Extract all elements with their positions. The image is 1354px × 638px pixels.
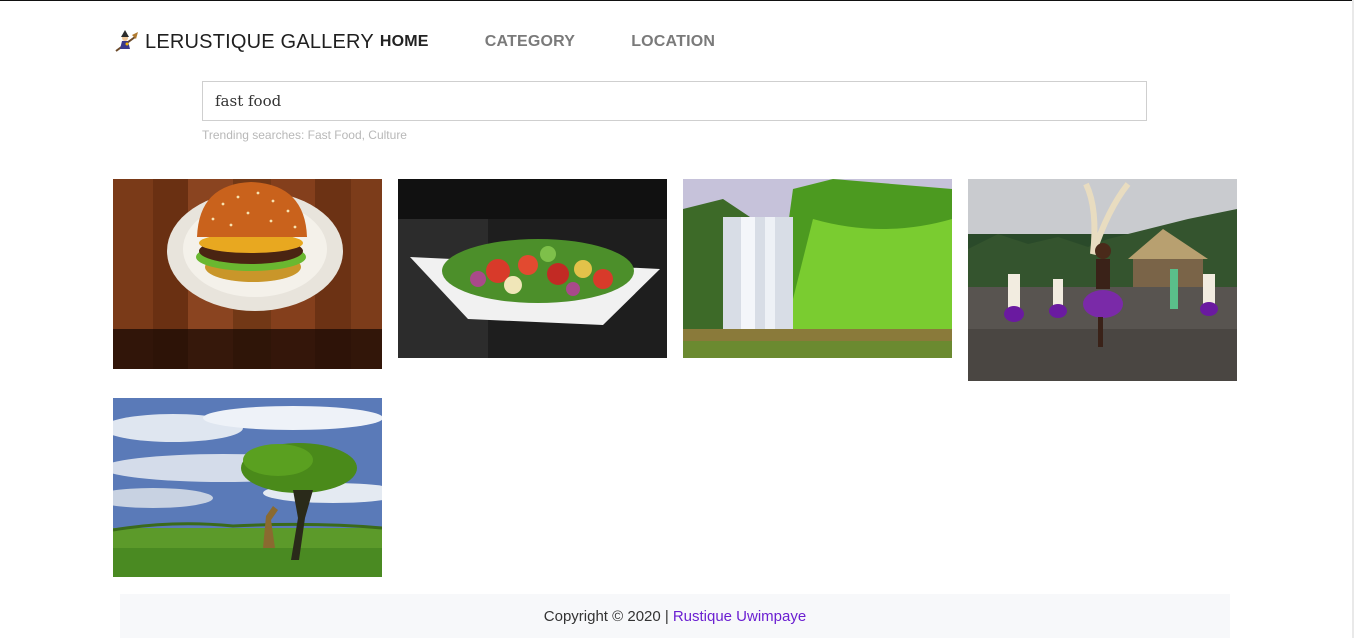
gallery-image-salad[interactable] [398, 179, 667, 358]
footer: Copyright © 2020 | Rustique Uwimpaye [120, 594, 1230, 638]
nav-links: HOME CATEGORY LOCATION [380, 33, 771, 51]
gallery-image-dancers[interactable] [968, 179, 1237, 381]
gallery-image-giraffe[interactable] [113, 398, 382, 577]
author-link[interactable]: Rustique Uwimpaye [673, 608, 806, 625]
top-border [0, 0, 1354, 1]
trending-searches: Trending searches: Fast Food, Culture [202, 128, 407, 142]
nav-home-link[interactable]: HOME [380, 33, 429, 51]
nav-category-link[interactable]: CATEGORY [485, 33, 576, 51]
brand-link[interactable]: LERUSTIQUE GALLERY [113, 29, 374, 55]
witch-on-broom-icon [113, 29, 139, 55]
nav-location-link[interactable]: LOCATION [631, 33, 715, 51]
search-section: Trending searches: Fast Food, Culture [202, 81, 1147, 142]
brand-name: LERUSTIQUE GALLERY [145, 30, 374, 53]
gallery-image-waterfall[interactable] [683, 179, 952, 358]
copyright-text: Copyright © 2020 | [543, 607, 669, 625]
navbar: LERUSTIQUE GALLERY HOME CATEGORY LOCATIO… [113, 22, 771, 62]
search-input[interactable] [202, 81, 1147, 121]
gallery-image-burger[interactable] [113, 179, 382, 369]
